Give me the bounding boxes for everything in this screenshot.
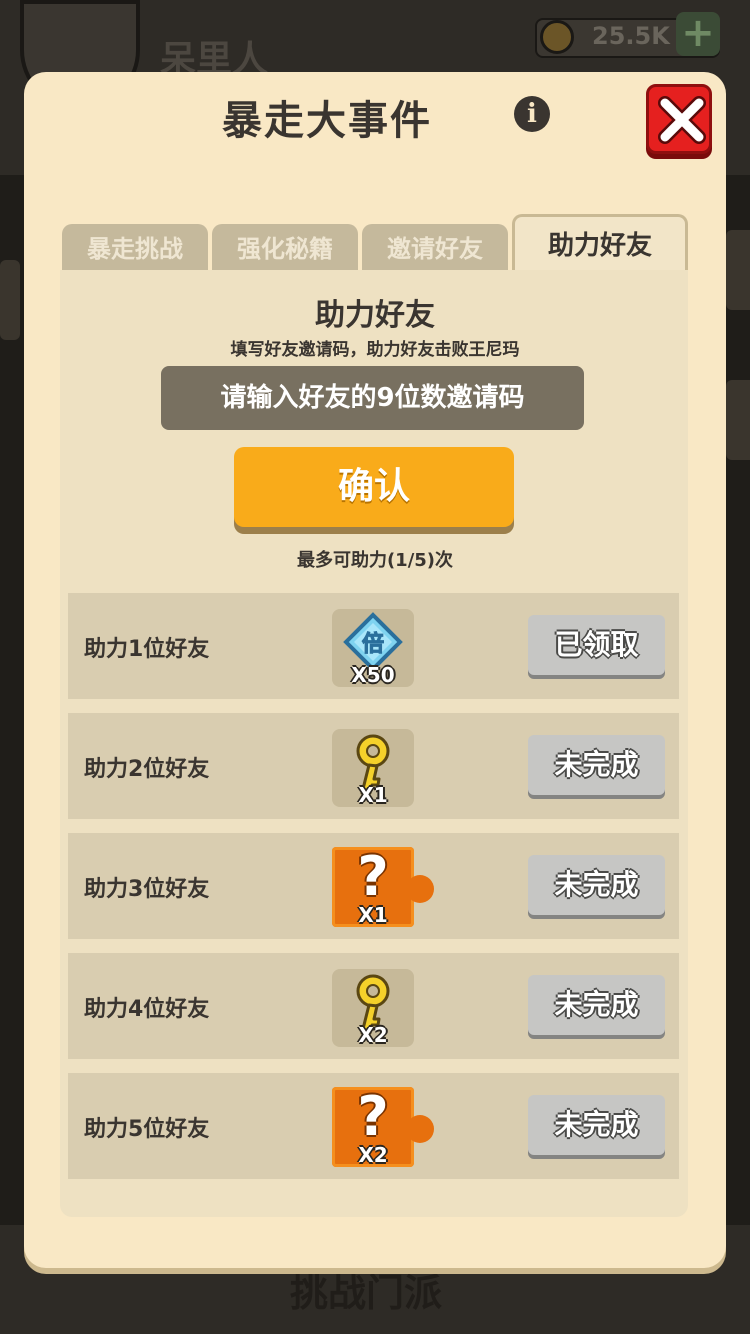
- invite-code-input[interactable]: [161, 366, 584, 430]
- confirm-button[interactable]: 确认: [234, 447, 514, 527]
- reward-row: 助力2位好友 X1 未完成: [68, 713, 679, 819]
- coin-icon: [540, 20, 574, 54]
- tab-rampage-challenge[interactable]: 暴走挑战: [62, 224, 208, 270]
- reward-item-slot: 倍 X50: [332, 609, 414, 687]
- close-icon: [658, 96, 706, 144]
- reward-row: 助力1位好友 倍 X50 已领取: [68, 593, 679, 699]
- reward-row-label: 助力5位好友: [84, 1117, 210, 1142]
- reward-row: 助力4位好友 X2 未完成: [68, 953, 679, 1059]
- svg-text:倍: 倍: [362, 631, 384, 657]
- reward-row-label: 助力4位好友: [84, 997, 210, 1022]
- info-icon[interactable]: i: [514, 96, 550, 132]
- reward-item-slot: X2: [332, 969, 414, 1047]
- side-menu-item: [726, 380, 750, 460]
- reward-item-count: X1: [358, 783, 388, 807]
- tab-assist-friends[interactable]: 助力好友: [512, 214, 688, 272]
- reward-item-count: X2: [358, 1143, 388, 1167]
- reward-item-slot: X1: [332, 729, 414, 807]
- reward-row: 助力5位好友 ? X2 未完成: [68, 1073, 679, 1179]
- panel-subtitle: 填写好友邀请码，助力好友击败王尼玛: [230, 340, 520, 360]
- reward-item-count: X1: [358, 903, 388, 927]
- tab-upgrade-secrets[interactable]: 强化秘籍: [212, 224, 358, 270]
- puzzle-question-mark: ?: [357, 1085, 389, 1148]
- reward-status-button[interactable]: 已领取: [528, 615, 665, 675]
- add-coins-button[interactable]: +: [676, 12, 720, 56]
- reward-status-button[interactable]: 未完成: [528, 1095, 665, 1155]
- coin-balance: 25.5K: [592, 22, 670, 50]
- tab-invite-friends[interactable]: 邀请好友: [362, 224, 508, 270]
- reward-row-label: 助力2位好友: [84, 757, 210, 782]
- close-button[interactable]: [646, 84, 712, 154]
- modal-title: 暴走大事件: [222, 98, 432, 144]
- reward-row-label: 助力3位好友: [84, 877, 210, 902]
- reward-row-label: 助力1位好友: [84, 637, 210, 662]
- reward-row: 助力3位好友 ? X1 未完成: [68, 833, 679, 939]
- reward-status-button[interactable]: 未完成: [528, 735, 665, 795]
- reward-status-button[interactable]: 未完成: [528, 855, 665, 915]
- reward-item-count: X50: [351, 663, 395, 687]
- panel-title: 助力好友: [315, 298, 435, 333]
- assist-limit-text: 最多可助力(1/5)次: [296, 550, 454, 571]
- bottom-bar-label: 挑战门派: [290, 1271, 443, 1315]
- reward-item-count: X2: [358, 1023, 388, 1047]
- puzzle-question-mark: ?: [357, 845, 389, 908]
- mystery-puzzle-icon: ? X1: [332, 845, 434, 927]
- reward-status-button[interactable]: 未完成: [528, 975, 665, 1035]
- mystery-puzzle-icon: ? X2: [332, 1085, 434, 1167]
